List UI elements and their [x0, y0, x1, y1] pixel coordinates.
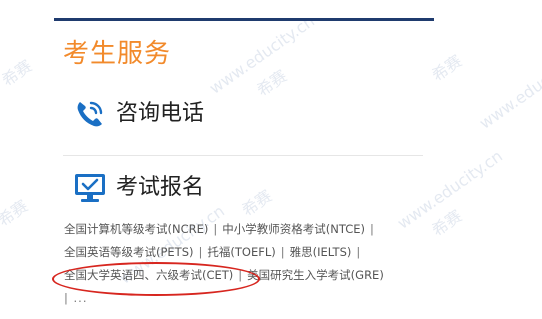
- links-line: | ...: [64, 287, 434, 310]
- watermark: 希赛: [238, 186, 276, 221]
- service-label: 考试报名: [116, 175, 205, 200]
- more-ellipsis[interactable]: | ...: [64, 291, 88, 305]
- watermark: www.educity.cn: [205, 11, 319, 98]
- link-pets[interactable]: 全国英语等级考试(PETS): [64, 245, 194, 259]
- link-separator: |: [356, 245, 361, 259]
- link-cet[interactable]: 全国大学英语四、六级考试(CET): [64, 268, 233, 282]
- link-separator: |: [280, 245, 285, 259]
- watermark: 希赛: [0, 56, 36, 91]
- link-ntce[interactable]: 中小学教师资格考试(NTCE): [222, 222, 365, 236]
- service-exam-registration[interactable]: 考试报名: [72, 170, 204, 206]
- link-separator: |: [369, 222, 374, 236]
- link-separator: |: [213, 222, 218, 236]
- links-line: 全国计算机等级考试(NCRE) | 中小学教师资格考试(NTCE) |: [64, 218, 434, 241]
- link-ielts[interactable]: 雅思(IELTS): [290, 245, 352, 259]
- service-consult-phone[interactable]: 咨询电话: [72, 96, 204, 132]
- link-separator: |: [198, 245, 203, 259]
- watermark: 希赛: [428, 51, 466, 86]
- monitor-icon: [72, 170, 108, 206]
- link-separator: |: [238, 268, 243, 282]
- link-ncre[interactable]: 全国计算机等级考试(NCRE): [64, 222, 208, 236]
- phone-icon: [72, 96, 108, 132]
- watermark: www.educity.cn: [475, 46, 542, 133]
- divider: [63, 155, 423, 156]
- links-line: 全国大学英语四、六级考试(CET) | 美国研究生入学考试(GRE): [64, 264, 434, 287]
- watermark: 希赛: [253, 66, 291, 101]
- section-title: 考生服务: [63, 39, 172, 69]
- watermark: 希赛: [0, 196, 32, 231]
- links-line: 全国英语等级考试(PETS) | 托福(TOEFL) | 雅思(IELTS) |: [64, 241, 434, 264]
- link-toefl[interactable]: 托福(TOEFL): [207, 245, 275, 259]
- link-gre[interactable]: 美国研究生入学考试(GRE): [247, 268, 384, 282]
- service-label: 咨询电话: [116, 101, 205, 126]
- exam-links: 全国计算机等级考试(NCRE) | 中小学教师资格考试(NTCE) | 全国英语等级考…: [64, 218, 434, 310]
- header-rule: [54, 18, 434, 21]
